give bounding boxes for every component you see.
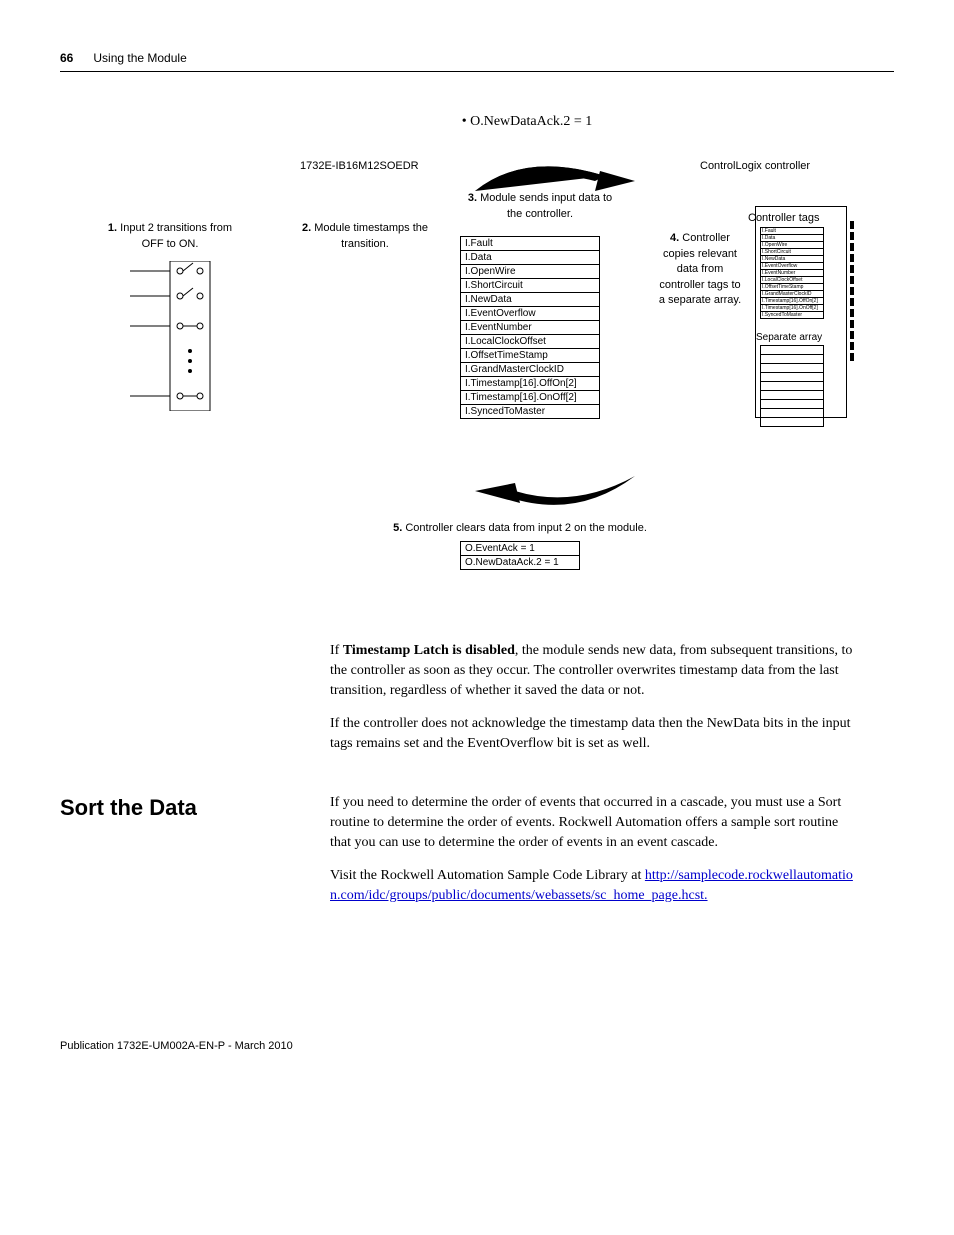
- input-tag-cell: I.Data: [461, 251, 600, 265]
- step-5: 5. Controller clears data from input 2 o…: [360, 521, 680, 536]
- side-bars-icon: [850, 221, 854, 364]
- input-tag-cell: I.Timestamp[16].OffOn[2]: [461, 377, 600, 391]
- footer: Publication 1732E-UM002A-EN-P - March 20…: [60, 1039, 894, 1054]
- separate-array-table: [760, 345, 824, 427]
- sort-section: Sort the Data If you need to determine t…: [60, 793, 894, 919]
- output-tags-table: O.EventAck = 1O.NewDataAck.2 = 1: [460, 541, 580, 570]
- arrow-right-icon: [465, 156, 645, 201]
- step-4: 4. Controller copies relevant data from …: [655, 231, 745, 308]
- controller-tags-heading: Controller tags: [748, 211, 820, 226]
- input-tag-cell: I.OpenWire: [461, 265, 600, 279]
- input-tag-cell: I.EventOverflow: [461, 307, 600, 321]
- para-2: If the controller does not acknowledge t…: [330, 714, 860, 753]
- output-tag-cell: O.EventAck = 1: [461, 542, 580, 556]
- sort-para-2: Visit the Rockwell Automation Sample Cod…: [330, 866, 860, 905]
- input-tags-table: I.FaultI.DataI.OpenWireI.ShortCircuitI.N…: [460, 236, 600, 419]
- step-5-text: Controller clears data from input 2 on t…: [405, 522, 647, 534]
- input-tag-cell: I.GrandMasterClockID: [461, 363, 600, 377]
- page-number: 66: [60, 50, 73, 67]
- input-tag-cell: I.LocalClockOffset: [461, 335, 600, 349]
- step-1-text: Input 2 transitions from OFF to ON.: [120, 222, 232, 249]
- module-label: 1732E-IB16M12SOEDR: [300, 159, 419, 174]
- bullet-line: • O.NewDataAck.2 = 1: [160, 112, 894, 132]
- output-tag-cell: O.NewDataAck.2 = 1: [461, 556, 580, 570]
- step-5-num: 5.: [393, 522, 402, 534]
- step-2: 2. Module timestamps the transition.: [295, 221, 435, 252]
- step-1: 1. Input 2 transitions from OFF to ON.: [100, 221, 240, 252]
- input-tag-cell: I.Timestamp[16].OnOff[2]: [461, 391, 600, 405]
- input-tag-cell: I.ShortCircuit: [461, 279, 600, 293]
- arrow-left-icon: [465, 471, 645, 521]
- section-heading: Sort the Data: [60, 793, 330, 919]
- main-text: If Timestamp Latch is disabled, the modu…: [330, 641, 860, 753]
- separate-array-label: Separate array: [756, 331, 822, 345]
- step-1-num: 1.: [108, 222, 117, 234]
- input-tag-cell: I.OffsetTimeStamp: [461, 349, 600, 363]
- controller-label: ControlLogix controller: [700, 159, 810, 174]
- input-tag-cell: I.NewData: [461, 293, 600, 307]
- input-tag-cell: I.EventNumber: [461, 321, 600, 335]
- step-2-text: Module timestamps the transition.: [314, 222, 428, 249]
- step-2-num: 2.: [302, 222, 311, 234]
- input-tag-cell: I.Fault: [461, 237, 600, 251]
- sort-para-1: If you need to determine the order of ev…: [330, 793, 860, 852]
- controller-tags-table: I.FaultI.DataI.OpenWireI.ShortCircuitI.N…: [760, 227, 824, 319]
- io-module-icon: [120, 261, 260, 411]
- input-tag-cell: I.SyncedToMaster: [461, 405, 600, 419]
- diagram: 1732E-IB16M12SOEDR ControlLogix controll…: [60, 151, 860, 611]
- para-1: If Timestamp Latch is disabled, the modu…: [330, 641, 860, 700]
- running-title: Using the Module: [93, 50, 186, 67]
- step-4-num: 4.: [670, 232, 679, 244]
- page-header: 66 Using the Module: [60, 50, 894, 72]
